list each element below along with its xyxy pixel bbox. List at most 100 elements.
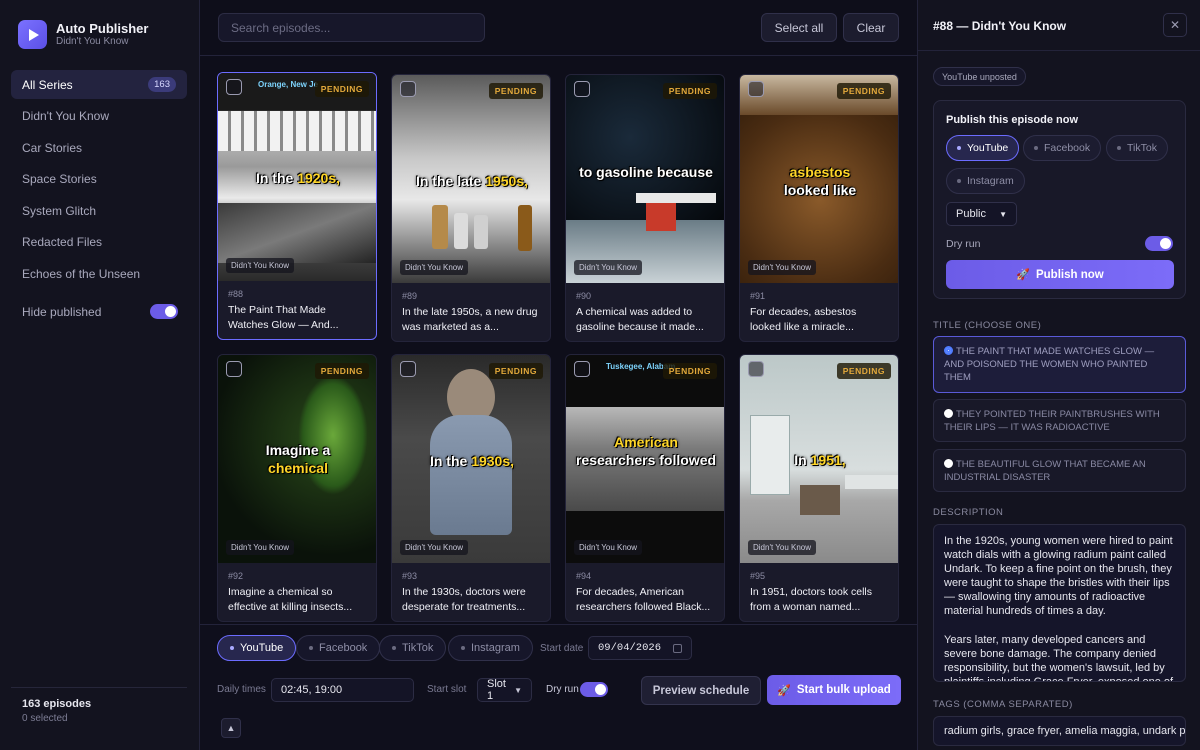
preview-schedule-button[interactable]: Preview schedule [641, 676, 761, 705]
sidebar-item-all-series[interactable]: All Series 163 [11, 70, 187, 99]
episode-card[interactable]: In the late 1950s, PENDING Didn't You Kn… [391, 74, 551, 342]
radio-icon [944, 409, 953, 418]
publish-now-button[interactable]: 🚀 Publish now [946, 260, 1174, 289]
episode-thumbnail: In the 1930s, PENDING Didn't You Know [392, 355, 550, 563]
select-checkbox[interactable] [226, 79, 242, 95]
visibility-select[interactable]: Public ▼ [946, 202, 1017, 226]
calendar-icon [673, 643, 682, 653]
series-tag: Didn't You Know [400, 260, 469, 275]
sidebar-item-label: Car Stories [22, 140, 83, 155]
series-tag: Didn't You Know [748, 540, 817, 555]
hide-published-toggle[interactable] [150, 304, 178, 319]
episode-thumbnail: asbestos looked like PENDING Didn't You K… [740, 75, 898, 283]
sidebar: Auto Publisher Didn't You Know All Serie… [0, 0, 200, 750]
start-date-input[interactable]: 09/04/2026 [588, 636, 692, 660]
panel-header: #88 — Didn't You Know ✕ [918, 0, 1200, 51]
episode-title: The Paint That Made Watches Glow — And..… [228, 304, 339, 331]
episode-card[interactable]: In 1951, PENDING Didn't You Know #95 In … [739, 354, 899, 622]
episode-number: #94 [576, 571, 592, 581]
chevron-down-icon: ▼ [999, 209, 1007, 219]
brand: Auto Publisher Didn't You Know [18, 20, 148, 49]
brand-title: Auto Publisher [56, 21, 149, 36]
select-all-button[interactable]: Select all [761, 13, 837, 42]
series-tag: Didn't You Know [574, 540, 643, 555]
description-textarea[interactable]: In the 1920s, young women were hired to … [933, 524, 1186, 682]
episode-number: #90 [576, 291, 592, 301]
sidebar-item-didnt-you-know[interactable]: Didn't You Know [11, 102, 187, 131]
radio-selected-icon [944, 346, 953, 355]
scroll-up-button[interactable]: ▲ [221, 718, 241, 738]
select-checkbox[interactable] [748, 361, 764, 377]
platform-tiktok-toggle[interactable]: TikTok [379, 635, 447, 661]
publish-tiktok-toggle[interactable]: TikTok [1106, 135, 1168, 161]
episode-title: A chemical was added to gasoline because… [576, 306, 704, 333]
card-info: #89 In the late 1950s, a new drug was ma… [392, 283, 550, 341]
hide-published-row: Hide published [22, 304, 178, 319]
select-checkbox[interactable] [748, 81, 764, 97]
sidebar-item-label: Echoes of the Unseen [22, 267, 141, 282]
episode-detail-panel: #88 — Didn't You Know ✕ YouTube unposted… [917, 0, 1200, 750]
main-content: Select all Clear Orange, New Je In the 1… [200, 0, 917, 750]
status-badge: PENDING [836, 363, 891, 379]
panel-title: #88 — Didn't You Know [933, 19, 1067, 33]
chevron-down-icon: ▼ [514, 685, 522, 695]
publish-now-box: Publish this episode now YouTube Faceboo… [933, 100, 1186, 299]
status-badge: PENDING [314, 363, 369, 379]
episode-title: Imagine a chemical so effective at killi… [228, 586, 353, 613]
episode-card[interactable]: to gasoline because PENDING Didn't You K… [565, 74, 725, 342]
card-info: #88 The Paint That Made Watches Glow — A… [218, 281, 376, 339]
platform-youtube-toggle[interactable]: YouTube [217, 635, 297, 661]
episodes-count: 163 episodes [22, 698, 92, 710]
episode-thumbnail: In 1951, PENDING Didn't You Know [740, 355, 898, 563]
episode-thumbnail: to gasoline because PENDING Didn't You K… [566, 75, 724, 283]
daily-times-label: Daily times [217, 684, 266, 695]
series-tag: Didn't You Know [574, 260, 643, 275]
episode-title: For decades, American researchers follow… [576, 586, 711, 613]
sidebar-item-system-glitch[interactable]: System Glitch [11, 196, 187, 225]
sidebar-item-space-stories[interactable]: Space Stories [11, 165, 187, 194]
status-badge: PENDING [662, 83, 717, 99]
publish-youtube-toggle[interactable]: YouTube [946, 135, 1020, 161]
select-checkbox[interactable] [400, 81, 416, 97]
search-input[interactable] [218, 13, 485, 42]
episode-card[interactable]: Orange, New Je In the 1920s, PENDING Did… [217, 72, 377, 340]
sidebar-item-label: Space Stories [22, 172, 97, 187]
select-checkbox[interactable] [400, 361, 416, 377]
description-label: DESCRIPTION [933, 507, 1004, 518]
start-bulk-upload-button[interactable]: 🚀 Start bulk upload [767, 675, 901, 705]
episode-card[interactable]: Tuskegee, Alabam American researchers fol… [565, 354, 725, 622]
card-info: #90 A chemical was added to gasoline bec… [566, 283, 724, 341]
daily-times-input[interactable]: 02:45, 19:00 [271, 678, 414, 702]
platform-instagram-toggle[interactable]: Instagram [448, 635, 533, 661]
thumbnail-caption: In the 1920s, [255, 170, 341, 186]
platform-facebook-toggle[interactable]: Facebook [296, 635, 381, 661]
status-badge: PENDING [836, 83, 891, 99]
episode-card[interactable]: asbestos looked like PENDING Didn't You K… [739, 74, 899, 342]
thumbnail-caption: In the late 1950s, [415, 173, 529, 189]
publish-instagram-toggle[interactable]: Instagram [946, 168, 1025, 194]
select-checkbox[interactable] [226, 361, 242, 377]
sidebar-item-car-stories[interactable]: Car Stories [11, 133, 187, 162]
episode-number: #88 [228, 289, 244, 299]
sidebar-item-echoes-of-the-unseen[interactable]: Echoes of the Unseen [11, 260, 187, 289]
thumbnail-caption: In the 1930s, [429, 453, 515, 469]
publish-dry-run-toggle[interactable] [1145, 236, 1173, 251]
sidebar-item-redacted-files[interactable]: Redacted Files [11, 228, 187, 257]
thumbnail-caption: American researchers followed [575, 434, 717, 468]
select-checkbox[interactable] [574, 81, 590, 97]
dry-run-toggle[interactable] [580, 682, 608, 697]
episode-card[interactable]: In the 1930s, PENDING Didn't You Know #9… [391, 354, 551, 622]
publish-facebook-toggle[interactable]: Facebook [1023, 135, 1102, 161]
sidebar-footer: 163 episodes 0 selected [11, 687, 187, 734]
clear-button[interactable]: Clear [843, 13, 899, 42]
title-option[interactable]: THE PAINT THAT MADE WATCHES GLOW — AND P… [933, 336, 1186, 393]
close-icon[interactable]: ✕ [1163, 13, 1187, 37]
select-checkbox[interactable] [574, 361, 590, 377]
card-info: #92 Imagine a chemical so effective at k… [218, 563, 376, 621]
episode-card[interactable]: Imagine a chemical PENDING Didn't You Kno… [217, 354, 377, 622]
start-slot-select[interactable]: Slot 1 ▼ [477, 678, 532, 702]
tags-input[interactable]: radium girls, grace fryer, amelia maggia… [933, 716, 1186, 746]
title-option[interactable]: THEY POINTED THEIR PAINTBRUSHES WITH THE… [933, 399, 1186, 442]
tags-label: TAGS (COMMA SEPARATED) [933, 699, 1073, 710]
title-option[interactable]: THE BEAUTIFUL GLOW THAT BECAME AN INDUST… [933, 449, 1186, 492]
